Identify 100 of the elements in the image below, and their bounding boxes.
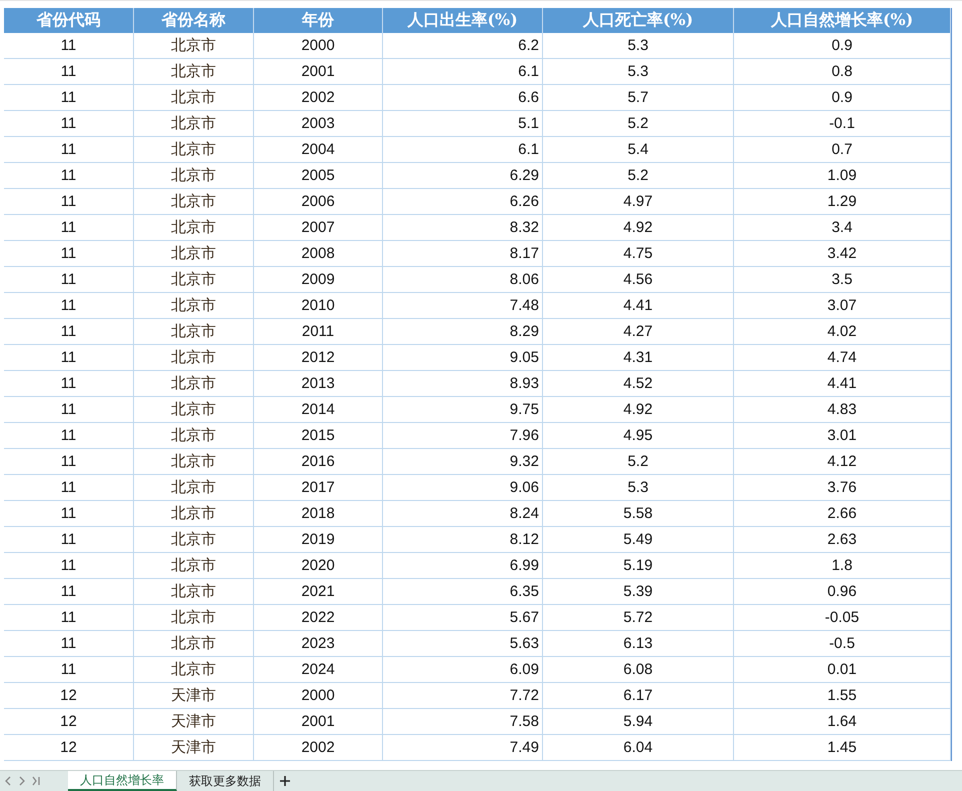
table-cell: 6.04 xyxy=(543,735,734,761)
table-cell: 12 xyxy=(4,683,134,709)
table-cell: 9.06 xyxy=(383,475,543,501)
table-cell: 2014 xyxy=(254,397,383,423)
table-cell: 11 xyxy=(4,553,134,579)
table-cell: 7.72 xyxy=(383,683,543,709)
table-cell: 11 xyxy=(4,579,134,605)
table-cell: 4.02 xyxy=(734,319,951,345)
table-cell: 北京市 xyxy=(134,553,254,579)
table-cell: 5.63 xyxy=(383,631,543,657)
table-cell: 2018 xyxy=(254,501,383,527)
table-cell: 8.17 xyxy=(383,241,543,267)
table-cell: 7.58 xyxy=(383,709,543,735)
table-cell: 5.67 xyxy=(383,605,543,631)
table-cell: 11 xyxy=(4,33,134,59)
table-cell: 4.56 xyxy=(543,267,734,293)
table-cell: 北京市 xyxy=(134,241,254,267)
table-cell: 6.2 xyxy=(383,33,543,59)
add-sheet-icon[interactable] xyxy=(280,776,290,786)
table-cell: 天津市 xyxy=(134,709,254,735)
table-cell: 北京市 xyxy=(134,527,254,553)
table-cell: 2002 xyxy=(254,85,383,111)
table-cell: 5.2 xyxy=(543,449,734,475)
table-cell: 11 xyxy=(4,605,134,631)
table-cell: 5.3 xyxy=(543,33,734,59)
column-header: 省份名称 xyxy=(134,8,254,33)
table-cell: 8.12 xyxy=(383,527,543,553)
table-cell: 11 xyxy=(4,85,134,111)
table-cell: 2.66 xyxy=(734,501,951,527)
table-cell: -0.5 xyxy=(734,631,951,657)
table-cell: 6.1 xyxy=(383,59,543,85)
table-cell: 6.1 xyxy=(383,137,543,163)
table-cell: 11 xyxy=(4,527,134,553)
table-cell: 4.52 xyxy=(543,371,734,397)
table-cell: 2022 xyxy=(254,605,383,631)
table-cell: 11 xyxy=(4,397,134,423)
table-cell: 1.55 xyxy=(734,683,951,709)
table-cell: 11 xyxy=(4,501,134,527)
table-cell: 11 xyxy=(4,293,134,319)
table-cell: 11 xyxy=(4,657,134,683)
table-cell: -0.05 xyxy=(734,605,951,631)
column-header: 人口出生率(%) xyxy=(383,8,543,33)
column-header: 年份 xyxy=(254,8,383,33)
table-cell: 2001 xyxy=(254,59,383,85)
table-cell: 11 xyxy=(4,59,134,85)
table-cell: 11 xyxy=(4,423,134,449)
table-cell: 8.24 xyxy=(383,501,543,527)
table-cell: 2016 xyxy=(254,449,383,475)
table-cell: 5.19 xyxy=(543,553,734,579)
table-cell: 4.92 xyxy=(543,397,734,423)
table-cell: 3.42 xyxy=(734,241,951,267)
table-cell: 天津市 xyxy=(134,683,254,709)
table-cell: 2010 xyxy=(254,293,383,319)
table-cell: 北京市 xyxy=(134,111,254,137)
table-cell: 5.2 xyxy=(543,111,734,137)
table-cell: 9.32 xyxy=(383,449,543,475)
table-cell: 11 xyxy=(4,449,134,475)
table-cell: 9.75 xyxy=(383,397,543,423)
table-cell: 0.7 xyxy=(734,137,951,163)
chevron-left-icon[interactable] xyxy=(4,776,12,786)
table-cell: 11 xyxy=(4,345,134,371)
table-cell: 2004 xyxy=(254,137,383,163)
table-cell: 北京市 xyxy=(134,319,254,345)
table-cell: 北京市 xyxy=(134,631,254,657)
chevron-right-icon[interactable] xyxy=(18,776,26,786)
table-cell: 8.32 xyxy=(383,215,543,241)
table-cell: 11 xyxy=(4,371,134,397)
table-cell: 6.08 xyxy=(543,657,734,683)
table-cell: 北京市 xyxy=(134,397,254,423)
table-cell: 北京市 xyxy=(134,293,254,319)
sheet-tab[interactable]: 人口自然增长率 xyxy=(68,771,177,791)
table-cell: 6.26 xyxy=(383,189,543,215)
table-cell: 5.3 xyxy=(543,59,734,85)
table-cell: 北京市 xyxy=(134,449,254,475)
table-cell: 2019 xyxy=(254,527,383,553)
table-cell: 6.13 xyxy=(543,631,734,657)
sheet-tab[interactable]: 获取更多数据 xyxy=(177,771,274,791)
table-cell: 北京市 xyxy=(134,163,254,189)
table-cell: 2002 xyxy=(254,735,383,761)
table-cell: 11 xyxy=(4,319,134,345)
table-cell: 北京市 xyxy=(134,657,254,683)
table-cell: 3.07 xyxy=(734,293,951,319)
table-cell: 北京市 xyxy=(134,33,254,59)
table-cell: 5.4 xyxy=(543,137,734,163)
table-cell: 11 xyxy=(4,111,134,137)
table-cell: 5.39 xyxy=(543,579,734,605)
table-cell: 北京市 xyxy=(134,475,254,501)
skip-to-end-icon[interactable] xyxy=(32,776,40,786)
table-cell: 4.95 xyxy=(543,423,734,449)
table-cell: 北京市 xyxy=(134,605,254,631)
table-cell: 0.96 xyxy=(734,579,951,605)
table-cell: 6.99 xyxy=(383,553,543,579)
table-cell: 2006 xyxy=(254,189,383,215)
table-cell: 5.1 xyxy=(383,111,543,137)
table-cell: 6.29 xyxy=(383,163,543,189)
table-cell: 4.41 xyxy=(543,293,734,319)
table-cell: 11 xyxy=(4,163,134,189)
table-cell: 0.9 xyxy=(734,85,951,111)
table-cell: 1.09 xyxy=(734,163,951,189)
table-cell: 北京市 xyxy=(134,137,254,163)
